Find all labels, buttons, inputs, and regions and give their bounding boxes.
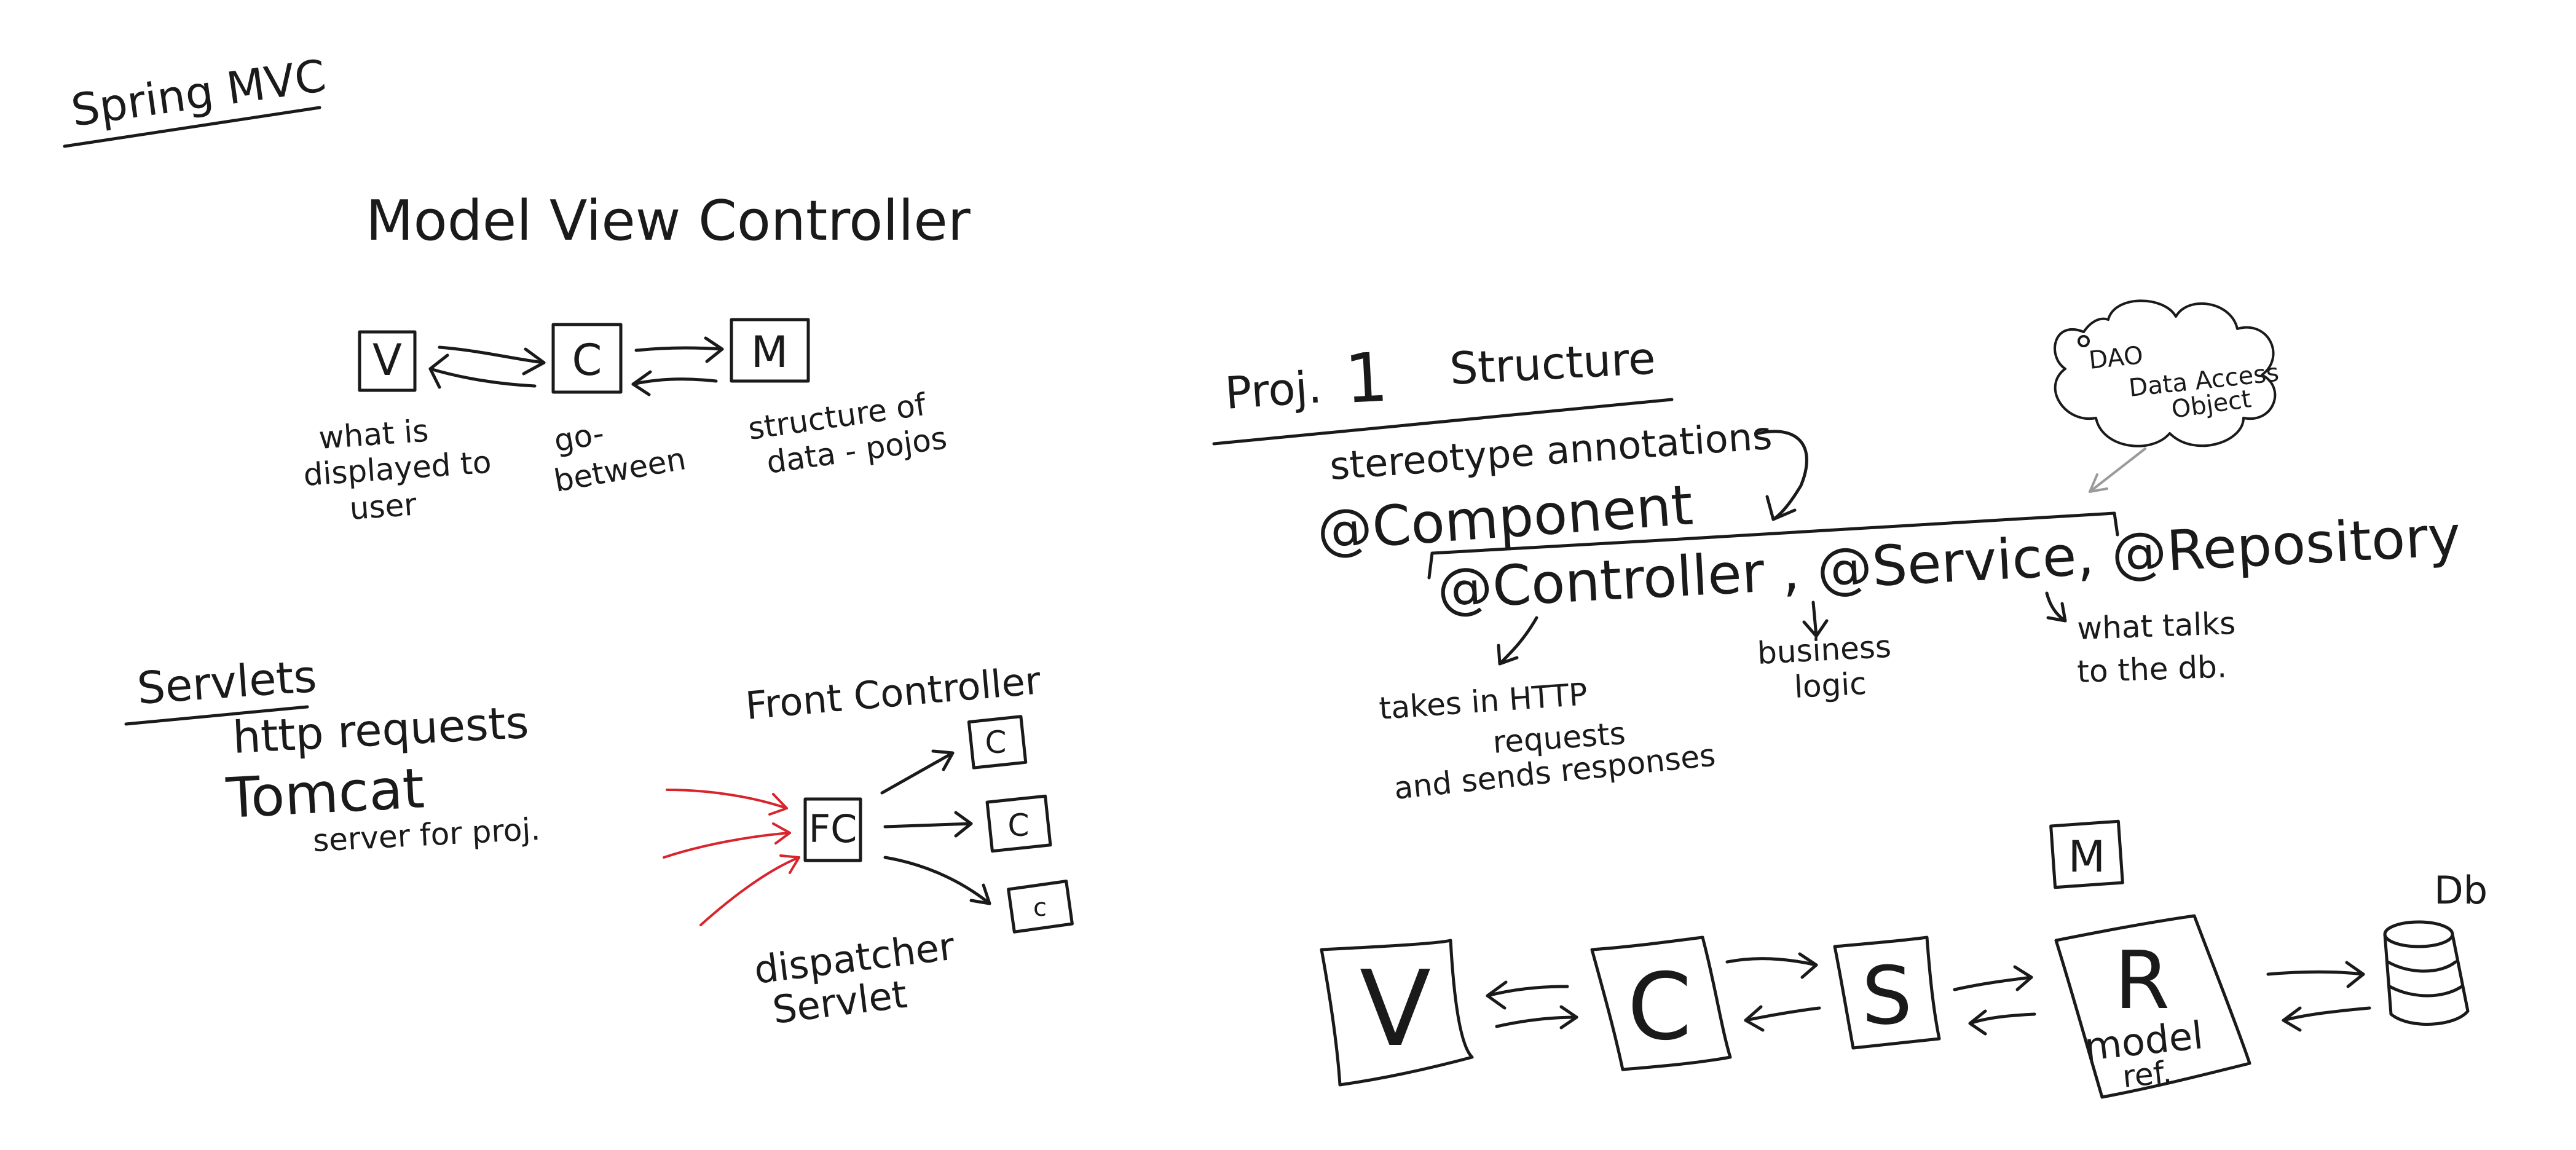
servlets-section: Servlets http requests Tomcat server for… [124,650,542,859]
dispatch-arrow-3 [883,856,991,905]
arch-service-letter: S [1862,949,1913,1042]
architecture-diagram: V C S M R model ref. Db [1320,819,2487,1099]
incoming-request-arrow-1 [666,789,788,809]
arrow-c-to-m [634,346,724,352]
controller-note-1: takes in HTTP [1378,676,1589,727]
database-icon [2383,920,2470,1026]
servlets-http-requests: http requests [231,696,530,763]
spring-mvc-title: Spring MVC [68,50,329,136]
spring-mvc-heading: Spring MVC [63,50,329,148]
stereotype-annotations-label: stereotype annotations [1328,413,1773,489]
repository-note-1: what talks [2076,605,2236,647]
whiteboard-canvas: Spring MVC Model View Controller V C M w… [63,50,2487,1099]
proj-title-number: 1 [1343,337,1390,418]
arch-controller-letter: C [1628,954,1692,1061]
arch-view-letter: V [1360,948,1431,1070]
arch-repository-letter: R [2114,934,2170,1027]
dispatch-arrow-1 [880,751,955,795]
cloud-pointer-arrow [2089,447,2146,493]
arch-repository-note-2: ref. [2121,1054,2173,1095]
repository-note-2: to the db. [2076,649,2227,690]
target-controller-letter-1: C [985,725,1007,760]
proj-title-prefix: Proj. [1223,361,1323,419]
front-controller-section: Front Controller FC C C c dispatcher Ser… [663,658,1074,1033]
dispatch-arrow-2 [883,822,973,829]
arch-model-letter: M [2068,832,2105,882]
mvc-controller-letter: C [572,335,602,385]
mvc-model-letter: M [751,327,788,377]
cloud-dao: DAO [2087,341,2145,375]
proj-title-suffix: Structure [1448,333,1656,395]
mvc-title: Model View Controller [366,189,971,253]
target-controller-letter-2: C [1008,808,1030,843]
service-note-2: logic [1794,666,1867,705]
arch-arrow-c-to-s [1725,957,1818,967]
mvc-view-letter: V [372,335,402,385]
mvc-section: Model View Controller V C M what is disp… [302,189,971,527]
fc-letter: FC [809,806,857,851]
arrow-c-to-v [428,367,537,388]
servlets-title: Servlets [135,650,318,714]
incoming-request-arrow-3 [699,856,800,926]
mvc-view-note-3: user [349,486,418,526]
incoming-request-arrow-2 [663,832,791,859]
db-label: Db [2434,868,2487,913]
arrow-m-to-c [631,377,718,386]
mvc-controller-note-1: go- [551,415,607,459]
arch-arrow-r-to-db [2266,970,2365,976]
service-note-1: business [1757,629,1893,671]
target-controller-letter-3: c [1033,894,1047,922]
proj-structure-section: Proj. 1 Structure stereotype annotations… [1212,299,2462,806]
